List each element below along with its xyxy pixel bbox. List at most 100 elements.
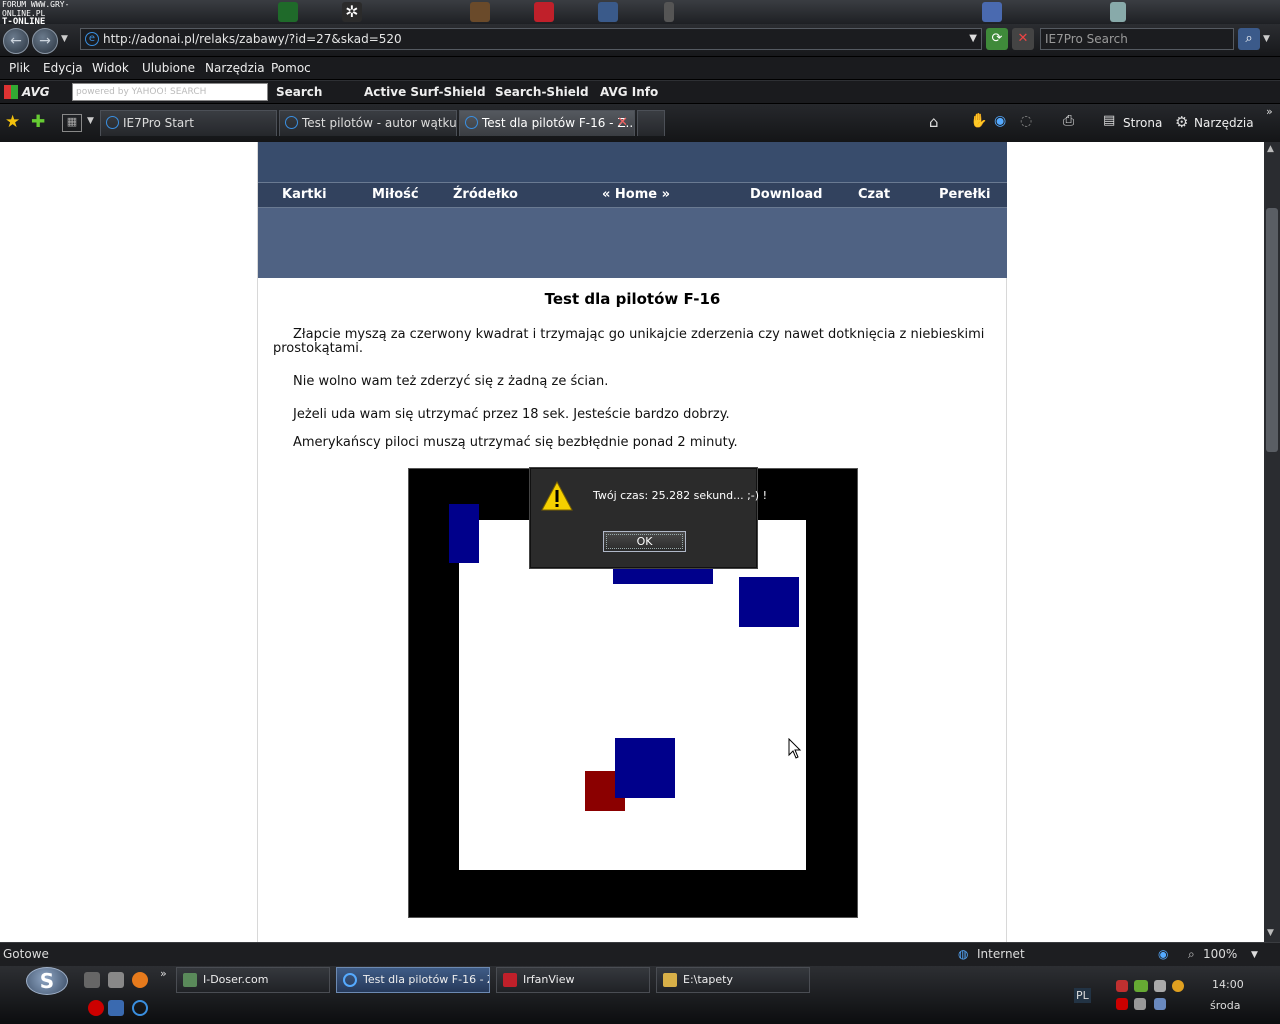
nav-zrodelko[interactable]: Źródełko xyxy=(453,187,518,202)
quicklaunch-opera-icon[interactable] xyxy=(88,1000,104,1016)
ie7pro-icon[interactable]: ◉ xyxy=(994,113,1006,129)
start-button[interactable]: S xyxy=(26,967,68,995)
chevron-more-icon[interactable]: » xyxy=(1266,105,1273,118)
tab-ie-icon xyxy=(106,116,119,129)
clock-time[interactable]: 14:00 xyxy=(1212,978,1244,991)
desktop-irfan-icon[interactable] xyxy=(534,2,554,22)
quicklaunch-more-icon[interactable]: » xyxy=(160,967,167,980)
tab-test-f16[interactable]: Test dla pilotów F-16 - Z... ✕ xyxy=(459,110,635,136)
stop-button[interactable]: ✕ xyxy=(1012,28,1034,50)
avg-label[interactable]: AVG xyxy=(22,85,50,99)
desktop-phone-icon[interactable] xyxy=(664,2,674,22)
desktop-fan-icon[interactable]: ✲ xyxy=(342,2,362,22)
tab-list-icon[interactable]: ▼ xyxy=(87,116,94,126)
menu-help[interactable]: Pomoc xyxy=(271,61,311,75)
quick-tabs-icon[interactable]: ▦ xyxy=(62,114,82,132)
tray-settings-icon[interactable] xyxy=(1154,980,1166,992)
scroll-up-icon[interactable]: ▲ xyxy=(1267,144,1274,154)
tab-label: IE7Pro Start xyxy=(123,116,194,130)
clock-day[interactable]: środa xyxy=(1210,999,1240,1012)
menu-file[interactable]: Plik xyxy=(9,61,30,75)
quicklaunch-desktop-icon[interactable] xyxy=(84,972,100,988)
search-go-button[interactable]: ⌕ xyxy=(1238,28,1260,50)
add-favorites-icon[interactable]: ✚ xyxy=(31,112,45,132)
status-text: Gotowe xyxy=(3,947,49,961)
desktop-matrix-icon[interactable] xyxy=(278,2,298,22)
tray-red-icon[interactable] xyxy=(1116,998,1128,1010)
instruction-paragraph: Nie wolno wam też zderzyć się z żadną ze… xyxy=(293,374,609,389)
search-options-icon[interactable]: ▼ xyxy=(1263,34,1270,44)
tray-network-icon[interactable] xyxy=(1154,998,1166,1010)
address-text: http://adonai.pl/relaks/zabawy/?id=27&sk… xyxy=(103,32,402,46)
quicklaunch-calc-icon[interactable] xyxy=(108,972,124,988)
vertical-scrollbar[interactable]: ▲ ▼ xyxy=(1264,142,1280,942)
desktop-window-icon[interactable] xyxy=(598,2,618,22)
forward-button[interactable]: → xyxy=(32,28,58,54)
task-browser[interactable]: Test dla pilotów F-16 - Z... xyxy=(336,967,490,993)
tools-menu[interactable]: Narzędzia xyxy=(1194,116,1254,130)
rss-icon[interactable]: ◌ xyxy=(1020,113,1032,129)
surf-shield-button[interactable]: Active Surf-Shield xyxy=(364,85,486,99)
tray-volume-icon[interactable] xyxy=(1134,998,1146,1010)
yahoo-search-input[interactable]: powered by YAHOO! SEARCH xyxy=(72,83,268,101)
tray-nvidia-icon[interactable] xyxy=(1134,980,1148,992)
tray-app-icon[interactable] xyxy=(1116,980,1128,992)
nav-kartki[interactable]: Kartki xyxy=(282,187,327,202)
quicklaunch-app-icon[interactable] xyxy=(108,1000,124,1016)
menu-bar: Plik Edycja Widok Ulubione Narzędzia Pom… xyxy=(0,57,1280,79)
blue-block xyxy=(739,577,799,627)
status-bar: Gotowe ◍ Internet ◉ ⌕ 100% ▼ xyxy=(0,942,1280,966)
page-title: Test dla pilotów F-16 xyxy=(544,290,721,308)
nav-czat[interactable]: Czat xyxy=(858,187,890,202)
nav-download[interactable]: Download xyxy=(750,187,822,202)
desktop-game-icon[interactable] xyxy=(470,2,490,22)
address-dropdown-icon[interactable]: ▼ xyxy=(969,29,977,49)
task-folder[interactable]: E:\tapety xyxy=(656,967,810,993)
print-icon[interactable]: ⎙ xyxy=(1063,113,1074,129)
nav-home[interactable]: « Home » xyxy=(602,187,670,202)
scroll-down-icon[interactable]: ▼ xyxy=(1267,928,1274,938)
history-dropdown-icon[interactable]: ▼ xyxy=(61,34,68,44)
avg-info-button[interactable]: AVG Info xyxy=(600,85,658,99)
close-tab-icon[interactable]: ✕ xyxy=(617,111,628,135)
back-button[interactable]: ← xyxy=(3,28,29,54)
new-tab-button[interactable] xyxy=(637,110,665,136)
menu-tools[interactable]: Narzędzia xyxy=(205,61,265,75)
menu-edit[interactable]: Edycja xyxy=(43,61,83,75)
quicklaunch-firefox-icon[interactable] xyxy=(132,972,148,988)
language-indicator[interactable]: PL xyxy=(1074,988,1091,1003)
refresh-button[interactable]: ⟳ xyxy=(986,28,1008,50)
hand-icon[interactable]: ✋ xyxy=(970,113,987,129)
zoom-icon[interactable]: ⌕ xyxy=(1188,947,1195,962)
desktop-device-icon[interactable] xyxy=(1110,2,1126,22)
tab-ie7pro-start[interactable]: IE7Pro Start xyxy=(100,110,277,136)
tools-gear-icon[interactable]: ⚙ xyxy=(1175,113,1188,131)
avg-search-button[interactable]: Search xyxy=(276,85,322,99)
scroll-thumb[interactable] xyxy=(1266,208,1278,452)
search-shield-button[interactable]: Search-Shield xyxy=(495,85,589,99)
menu-view[interactable]: Widok xyxy=(92,61,129,75)
task-idoser[interactable]: I-Doser.com xyxy=(176,967,330,993)
menu-favorites[interactable]: Ulubione xyxy=(142,61,195,75)
desktop-network-icon[interactable] xyxy=(982,2,1002,22)
nav-perelki[interactable]: Perełki xyxy=(939,187,991,202)
tab-ie-icon xyxy=(285,116,298,129)
tab-test-pilotow[interactable]: Test pilotów - autor wątku: ... xyxy=(279,110,457,136)
ok-button[interactable]: OK xyxy=(603,531,686,552)
search-input[interactable]: IE7Pro Search xyxy=(1040,28,1234,50)
task-label: E:\tapety xyxy=(683,973,733,986)
page-icon[interactable]: ▤ xyxy=(1103,113,1115,128)
zoom-dropdown-icon[interactable]: ▼ xyxy=(1251,950,1258,960)
page-menu[interactable]: Strona xyxy=(1123,116,1162,130)
quicklaunch-ie-icon[interactable] xyxy=(132,1000,148,1016)
security-zone[interactable]: Internet xyxy=(977,947,1025,961)
address-bar[interactable]: e http://adonai.pl/relaks/zabawy/?id=27&… xyxy=(80,28,982,50)
tray-sun-icon[interactable] xyxy=(1172,980,1184,992)
protected-mode-icon[interactable]: ◉ xyxy=(1158,947,1168,961)
zoom-level[interactable]: 100% xyxy=(1203,947,1237,961)
task-irfanview[interactable]: IrfanView xyxy=(496,967,650,993)
favorites-star-icon[interactable]: ★ xyxy=(5,112,20,132)
desktop-top-strip: FORUM WWW.GRY-ONLINE.PL T-ONLINE ✲ xyxy=(0,0,1280,27)
home-icon[interactable]: ⌂ xyxy=(929,113,939,131)
nav-milosc[interactable]: Miłość xyxy=(372,187,419,202)
